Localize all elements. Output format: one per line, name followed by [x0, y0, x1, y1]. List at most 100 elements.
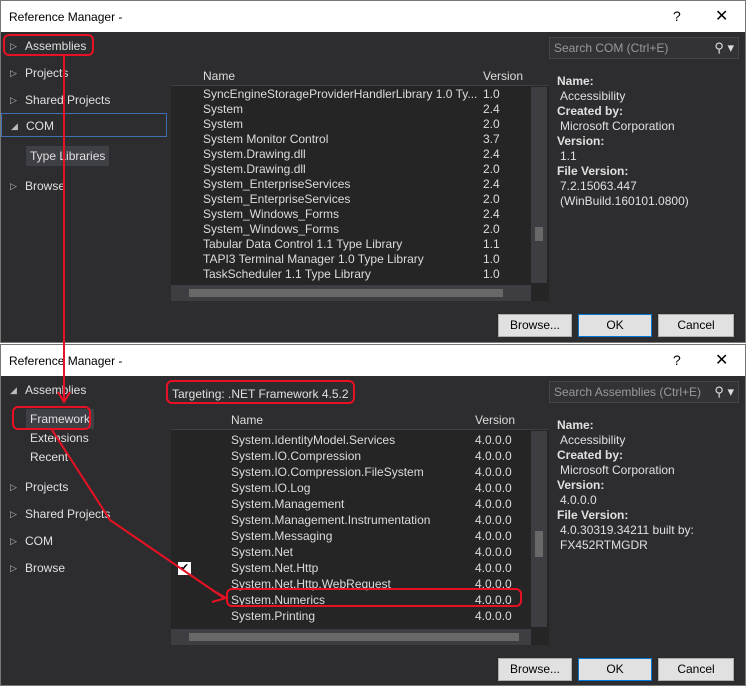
- list-header: Name Version: [171, 67, 549, 86]
- list-item[interactable]: System.Messaging 4.0.0.0: [171, 529, 531, 544]
- nav-label: Shared Projects: [25, 507, 111, 521]
- help-button[interactable]: ?: [673, 352, 681, 368]
- item-name: System_Windows_Forms: [203, 222, 340, 236]
- nav-projects[interactable]: ▷ Projects: [1, 475, 167, 499]
- list-item[interactable]: System.IO.Compression 4.0.0.0: [171, 449, 531, 464]
- scroll-thumb[interactable]: [189, 289, 503, 297]
- help-button[interactable]: ?: [673, 8, 681, 24]
- item-version: 2.4: [483, 207, 500, 221]
- title-bar: Reference Manager - ? ✕: [1, 345, 745, 376]
- highlight-framework: [12, 406, 91, 430]
- column-name[interactable]: Name: [231, 413, 263, 427]
- version-value: 4.0.0.0: [560, 493, 597, 507]
- list-item[interactable]: System_EnterpriseServices 2.4: [171, 177, 531, 192]
- list-item[interactable]: System 2.4: [171, 102, 531, 117]
- reference-manager-com-window: Reference Manager - ? ✕ ▷ Assemblies ▷ Pro…: [0, 0, 746, 343]
- item-name: System_Windows_Forms: [203, 207, 340, 221]
- list-item[interactable]: SyncEngineStorageProviderHandlerLibrary …: [171, 87, 531, 102]
- nav-browse[interactable]: ▷ Browse: [1, 556, 167, 580]
- column-version[interactable]: Version: [475, 413, 515, 427]
- checkbox-checked-icon[interactable]: ✔: [178, 562, 191, 575]
- scroll-thumb[interactable]: [535, 531, 543, 557]
- list-item[interactable]: Tabular Data Control 1.1 Type Library 1.1: [171, 237, 531, 252]
- version-label: Version:: [557, 478, 605, 492]
- search-icon[interactable]: ⚲ ▾: [714, 38, 734, 58]
- list-item[interactable]: System_Windows_Forms 2.0: [171, 222, 531, 237]
- nav-com[interactable]: ◢ COM: [1, 113, 167, 137]
- com-list[interactable]: Name Version SyncEngineStorageProviderHa…: [171, 67, 549, 301]
- item-name: System.IO.Compression.FileSystem: [231, 465, 424, 479]
- created-label: Created by:: [557, 448, 624, 462]
- nav-shared-projects[interactable]: ▷ Shared Projects: [1, 88, 167, 112]
- nav-assemblies[interactable]: ◢ Assemblies: [1, 378, 167, 402]
- expand-icon: ▷: [10, 95, 17, 105]
- file-version-build: (WinBuild.160101.0800): [560, 194, 689, 208]
- list-item[interactable]: System.Net 4.0.0.0: [171, 545, 531, 560]
- item-version: 4.0.0.0: [475, 529, 512, 543]
- nav-label: Browse: [25, 561, 66, 575]
- file-version-value: 4.0.30319.34211 built by:: [560, 523, 694, 537]
- list-item[interactable]: System.Management.Instrumentation 4.0.0.0: [171, 513, 531, 528]
- vertical-scrollbar[interactable]: [531, 431, 547, 627]
- item-version: 2.0: [483, 162, 500, 176]
- list-item[interactable]: System.Drawing.dll 2.4: [171, 147, 531, 162]
- list-item[interactable]: System.IdentityModel.Services 4.0.0.0: [171, 433, 531, 448]
- vertical-scrollbar[interactable]: [531, 87, 547, 283]
- list-item[interactable]: System.IO.Compression.FileSystem 4.0.0.0: [171, 465, 531, 480]
- item-name: System: [203, 102, 244, 116]
- item-name: System_EnterpriseServices: [203, 177, 351, 191]
- collapse-icon: ◢: [11, 121, 18, 131]
- list-item[interactable]: System 2.0: [171, 117, 531, 132]
- search-placeholder: Search COM (Ctrl+E): [554, 41, 669, 55]
- nav-shared-projects[interactable]: ▷ Shared Projects: [1, 502, 167, 526]
- assemblies-list[interactable]: Name Version System.IdentityModel.Servic…: [171, 411, 549, 645]
- item-version: 4.0.0.0: [475, 497, 512, 511]
- list-item[interactable]: System.IO.Log 4.0.0.0: [171, 481, 531, 496]
- item-version: 1.1: [483, 237, 500, 251]
- horizontal-scrollbar[interactable]: [171, 285, 531, 301]
- browse-button[interactable]: Browse...: [498, 314, 572, 337]
- scroll-thumb[interactable]: [535, 227, 543, 241]
- nav-type-libraries[interactable]: Type Libraries: [26, 146, 110, 166]
- item-version: 4.0.0.0: [475, 449, 512, 463]
- close-button[interactable]: ✕: [715, 6, 728, 26]
- nav-extensions[interactable]: Extensions: [26, 428, 93, 448]
- column-name[interactable]: Name: [203, 69, 235, 83]
- name-value: Accessibility: [560, 89, 626, 103]
- list-item[interactable]: System_EnterpriseServices 2.0: [171, 192, 531, 207]
- list-item[interactable]: System.Net.Http 4.0.0.0 ✔: [171, 561, 531, 576]
- ok-button[interactable]: OK: [578, 658, 652, 681]
- item-name: System Monitor Control: [203, 132, 329, 146]
- search-placeholder: Search Assemblies (Ctrl+E): [554, 385, 702, 399]
- version-label: Version:: [557, 134, 605, 148]
- browse-button[interactable]: Browse...: [498, 658, 572, 681]
- name-value: Accessibility: [560, 433, 626, 447]
- horizontal-scrollbar[interactable]: [171, 629, 531, 645]
- nav-projects[interactable]: ▷ Projects: [1, 61, 167, 85]
- cancel-button[interactable]: Cancel: [658, 314, 734, 337]
- list-item[interactable]: TAPI3 Terminal Manager 1.0 Type Library 1…: [171, 252, 531, 267]
- list-item[interactable]: System_Windows_Forms 2.4: [171, 207, 531, 222]
- list-item[interactable]: TaskScheduler 1.1 Type Library 1.0: [171, 267, 531, 282]
- list-item[interactable]: System.Printing 4.0.0.0: [171, 609, 531, 624]
- item-name: Tabular Data Control 1.1 Type Library: [203, 237, 403, 251]
- search-assemblies-input[interactable]: Search Assemblies (Ctrl+E) ⚲ ▾: [549, 381, 739, 403]
- scroll-thumb[interactable]: [189, 633, 519, 641]
- nav-recent[interactable]: Recent: [26, 447, 72, 467]
- ok-button[interactable]: OK: [578, 314, 652, 337]
- close-button[interactable]: ✕: [715, 350, 728, 370]
- list-item[interactable]: System.Drawing.dll 2.0: [171, 162, 531, 177]
- nav-com[interactable]: ▷ COM: [1, 529, 167, 553]
- expand-icon: ▷: [10, 68, 17, 78]
- nav-browse[interactable]: ▷ Browse: [1, 174, 167, 198]
- column-version[interactable]: Version: [483, 69, 523, 83]
- cancel-button[interactable]: Cancel: [658, 658, 734, 681]
- list-item[interactable]: System.Management 4.0.0.0: [171, 497, 531, 512]
- search-com-input[interactable]: Search COM (Ctrl+E) ⚲ ▾: [549, 37, 739, 59]
- item-version: 3.7: [483, 132, 500, 146]
- search-icon[interactable]: ⚲ ▾: [714, 382, 734, 402]
- created-label: Created by:: [557, 104, 624, 118]
- list-item[interactable]: System Monitor Control 3.7: [171, 132, 531, 147]
- highlight-system-numerics: [226, 588, 522, 607]
- item-name: System.Drawing.dll: [203, 147, 306, 161]
